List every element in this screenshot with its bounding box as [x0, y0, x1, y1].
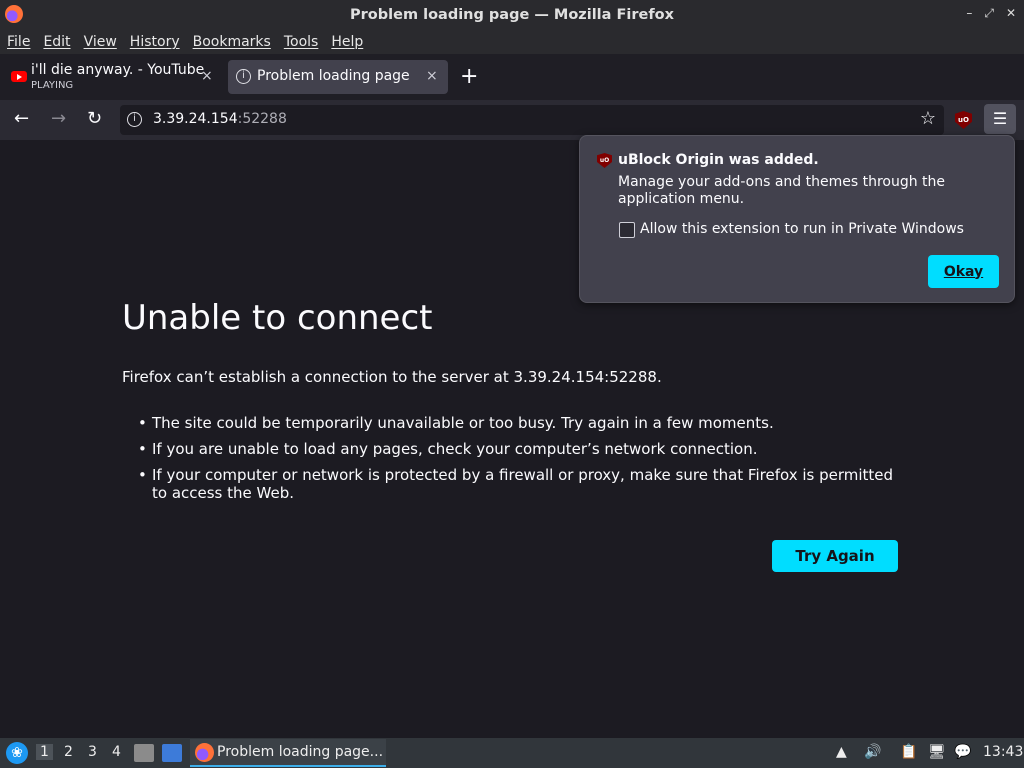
close-window-button[interactable]: ✕	[1006, 6, 1016, 21]
clipboard-icon[interactable]: 📋	[900, 744, 917, 762]
navigation-bar: ← → ↻ i 3.39.24.154:52288 ☆ uO ☰	[0, 100, 1024, 140]
menu-tools[interactable]: Tools	[284, 34, 319, 50]
workspace-3[interactable]: 3	[88, 744, 97, 760]
tray-updates-icon[interactable]: ▲	[836, 744, 847, 762]
show-desktop-icon[interactable]	[162, 744, 182, 762]
tab-problem-loading[interactable]: i Problem loading page ×	[228, 60, 448, 94]
taskbar-firefox-task[interactable]: Problem loading page...	[190, 739, 386, 767]
tab-bar: i'll die anyway. - YouTube PLAYING × i P…	[0, 54, 1024, 100]
title-bar: Problem loading page — Mozilla Firefox –…	[0, 0, 1024, 30]
site-info-icon[interactable]: i	[127, 112, 142, 127]
bookmark-star-icon[interactable]: ☆	[920, 108, 936, 129]
clock: 13:43	[983, 744, 1024, 760]
hamburger-menu-button[interactable]: ☰	[984, 104, 1016, 134]
url-bar[interactable]: i 3.39.24.154:52288 ☆	[120, 105, 944, 135]
notification-icon[interactable]: 💬	[954, 744, 971, 762]
new-tab-button[interactable]: +	[460, 64, 478, 89]
okay-button[interactable]: Okay	[928, 255, 999, 288]
menu-history[interactable]: History	[130, 34, 180, 50]
workspace-4[interactable]: 4	[112, 744, 121, 760]
maximize-button[interactable]: ⤢	[984, 6, 994, 21]
url-host: 3.39.24.154	[153, 111, 238, 127]
firefox-icon	[5, 5, 23, 23]
workspace-2[interactable]: 2	[64, 744, 73, 760]
tab-title: i'll die anyway. - YouTube	[31, 62, 205, 78]
list-item: If your computer or network is protected…	[138, 466, 908, 502]
firefox-icon	[195, 743, 214, 762]
taskbar: ❀ 1 2 3 4 Problem loading page... ▲ 🔊 📋 …	[0, 738, 1024, 768]
error-description: Firefox can’t establish a connection to …	[122, 368, 662, 386]
ublock-origin-icon[interactable]: uO	[955, 111, 972, 129]
list-item: If you are unable to load any pages, che…	[138, 440, 908, 458]
forward-button[interactable]: →	[51, 108, 66, 129]
close-tab-icon[interactable]: ×	[201, 68, 213, 84]
list-item: The site could be temporarily unavailabl…	[138, 414, 908, 432]
menu-view[interactable]: View	[84, 34, 117, 50]
popup-title: uBlock Origin was added.	[618, 152, 819, 168]
popup-body: Manage your add-ons and themes through t…	[618, 174, 946, 207]
error-suggestions: The site could be temporarily unavailabl…	[138, 414, 908, 510]
menu-edit[interactable]: Edit	[43, 34, 70, 50]
youtube-icon	[11, 71, 27, 82]
volume-icon[interactable]: 🔊	[864, 744, 881, 762]
file-manager-icon[interactable]	[134, 744, 154, 762]
url-port: :52288	[237, 111, 287, 127]
tab-title: Problem loading page	[257, 68, 410, 84]
start-menu-icon[interactable]: ❀	[6, 742, 28, 764]
menu-help[interactable]: Help	[331, 34, 363, 50]
private-windows-label[interactable]: Allow this extension to run in Private W…	[640, 221, 964, 237]
menu-bookmarks[interactable]: Bookmarks	[193, 34, 271, 50]
error-title: Unable to connect	[122, 298, 433, 338]
info-icon: i	[236, 69, 251, 84]
extension-added-popup: uO uBlock Origin was added. Manage your …	[579, 135, 1015, 303]
reload-button[interactable]: ↻	[87, 108, 102, 129]
ublock-origin-icon: uO	[597, 153, 612, 168]
menu-bar: File Edit View History Bookmarks Tools H…	[0, 30, 1024, 54]
close-tab-icon[interactable]: ×	[426, 68, 438, 84]
tab-youtube[interactable]: i'll die anyway. - YouTube PLAYING ×	[4, 60, 220, 94]
network-icon[interactable]: 🖥	[928, 744, 946, 762]
workspace-1[interactable]: 1	[36, 744, 53, 760]
tab-playing-label: PLAYING	[31, 80, 74, 91]
back-button[interactable]: ←	[14, 108, 29, 129]
url-text[interactable]: 3.39.24.154:52288	[153, 111, 287, 127]
private-windows-checkbox[interactable]	[619, 222, 635, 238]
window-title: Problem loading page — Mozilla Firefox	[350, 7, 674, 23]
menu-file[interactable]: File	[7, 34, 30, 50]
task-label: Problem loading page...	[217, 744, 384, 760]
minimize-button[interactable]: –	[966, 6, 972, 21]
try-again-button[interactable]: Try Again	[772, 540, 898, 572]
